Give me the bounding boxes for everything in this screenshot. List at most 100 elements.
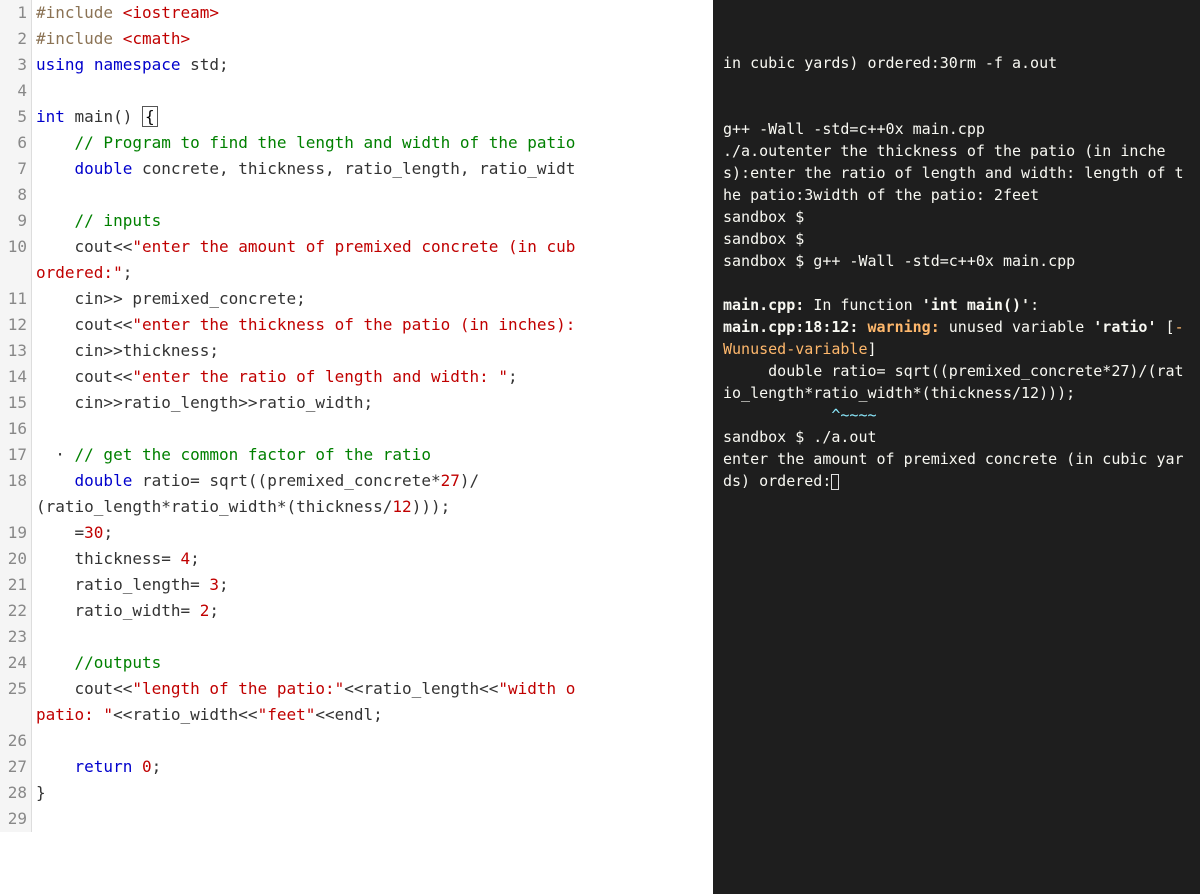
terminal-text: main.cpp:18:12: [723, 318, 868, 336]
terminal-text: sandbox $ g++ -Wall -std=c++0x main.cpp [723, 252, 1075, 270]
line-content[interactable]: cout<<"enter the amount of premixed conc… [32, 234, 713, 260]
line-number: 21 [0, 572, 32, 598]
line-number: 19 [0, 520, 32, 546]
line-content[interactable]: cin>> premixed_concrete; [32, 286, 713, 312]
line-number: 22 [0, 598, 32, 624]
code-line[interactable]: 5int main() { [0, 104, 713, 130]
line-number: 13 [0, 338, 32, 364]
line-content[interactable]: // inputs [32, 208, 713, 234]
code-line[interactable]: (ratio_length*ratio_width*(thickness/12)… [0, 494, 713, 520]
line-content[interactable]: //outputs [32, 650, 713, 676]
code-line[interactable]: 16 [0, 416, 713, 442]
code-line[interactable]: ordered:"; [0, 260, 713, 286]
line-number: 8 [0, 182, 32, 208]
terminal-text: double ratio= sqrt((premixed_concrete*27… [723, 362, 1184, 402]
terminal-cursor [831, 474, 839, 490]
line-content[interactable]: } [32, 780, 713, 806]
line-content[interactable]: thickness= 4; [32, 546, 713, 572]
code-line[interactable]: 17 · // get the common factor of the rat… [0, 442, 713, 468]
line-number: 15 [0, 390, 32, 416]
code-line[interactable]: 8 [0, 182, 713, 208]
code-line[interactable]: 18 double ratio= sqrt((premixed_concrete… [0, 468, 713, 494]
terminal-text: ./a.outenter the thickness of the patio … [723, 142, 1184, 204]
line-number: 7 [0, 156, 32, 182]
line-number [0, 702, 32, 728]
line-number: 1 [0, 0, 32, 26]
line-number: 6 [0, 130, 32, 156]
code-line[interactable]: 3using namespace std; [0, 52, 713, 78]
line-number: 5 [0, 104, 32, 130]
line-content[interactable]: =30; [32, 520, 713, 546]
code-line[interactable]: 9 // inputs [0, 208, 713, 234]
line-number: 11 [0, 286, 32, 312]
code-line[interactable]: 7 double concrete, thickness, ratio_leng… [0, 156, 713, 182]
line-number: 14 [0, 364, 32, 390]
line-content[interactable] [32, 728, 713, 754]
line-content[interactable] [32, 416, 713, 442]
line-content[interactable]: cin>>thickness; [32, 338, 713, 364]
code-line[interactable]: 14 cout<<"enter the ratio of length and … [0, 364, 713, 390]
code-line[interactable]: 19 =30; [0, 520, 713, 546]
terminal-text: sandbox $ [723, 230, 804, 248]
line-number: 10 [0, 234, 32, 260]
line-content[interactable]: (ratio_length*ratio_width*(thickness/12)… [32, 494, 713, 520]
line-number: 20 [0, 546, 32, 572]
code-line[interactable]: 20 thickness= 4; [0, 546, 713, 572]
terminal-text: In function [813, 296, 921, 314]
code-line[interactable]: 21 ratio_length= 3; [0, 572, 713, 598]
line-content[interactable]: ratio_length= 3; [32, 572, 713, 598]
line-number: 29 [0, 806, 32, 832]
terminal-text: enter the amount of premixed concrete (i… [723, 450, 1184, 490]
line-content[interactable]: double ratio= sqrt((premixed_concrete*27… [32, 468, 713, 494]
line-number: 3 [0, 52, 32, 78]
code-line[interactable]: 24 //outputs [0, 650, 713, 676]
line-content[interactable]: cout<<"length of the patio:"<<ratio_leng… [32, 676, 713, 702]
code-line[interactable]: 2#include <cmath> [0, 26, 713, 52]
line-number [0, 260, 32, 286]
line-number: 17 [0, 442, 32, 468]
line-content[interactable]: cout<<"enter the ratio of length and wid… [32, 364, 713, 390]
line-content[interactable]: return 0; [32, 754, 713, 780]
line-content[interactable]: ratio_width= 2; [32, 598, 713, 624]
line-content[interactable]: #include <cmath> [32, 26, 713, 52]
terminal-text: main.cpp: [723, 296, 813, 314]
line-content[interactable]: cout<<"enter the thickness of the patio … [32, 312, 713, 338]
code-line[interactable]: 6 // Program to find the length and widt… [0, 130, 713, 156]
code-editor[interactable]: 1#include <iostream>2#include <cmath>3us… [0, 0, 713, 894]
terminal-text: 'int main()' [922, 296, 1030, 314]
code-line[interactable]: 1#include <iostream> [0, 0, 713, 26]
code-line[interactable]: 10 cout<<"enter the amount of premixed c… [0, 234, 713, 260]
line-number: 28 [0, 780, 32, 806]
line-content[interactable]: patio: "<<ratio_width<<"feet"<<endl; [32, 702, 713, 728]
code-line[interactable]: 13 cin>>thickness; [0, 338, 713, 364]
line-content[interactable] [32, 624, 713, 650]
code-line[interactable]: patio: "<<ratio_width<<"feet"<<endl; [0, 702, 713, 728]
line-content[interactable] [32, 182, 713, 208]
terminal-text: sandbox $ ./a.out [723, 428, 877, 446]
code-line[interactable]: 28} [0, 780, 713, 806]
terminal-text: [ [1157, 318, 1175, 336]
code-line[interactable]: 23 [0, 624, 713, 650]
line-content[interactable]: cin>>ratio_length>>ratio_width; [32, 390, 713, 416]
line-content[interactable]: · // get the common factor of the ratio [32, 442, 713, 468]
terminal-text: ^~~~~ [723, 406, 877, 424]
line-content[interactable] [32, 78, 713, 104]
code-line[interactable]: 26 [0, 728, 713, 754]
line-content[interactable]: #include <iostream> [32, 0, 713, 26]
code-line[interactable]: 29 [0, 806, 713, 832]
code-line[interactable]: 11 cin>> premixed_concrete; [0, 286, 713, 312]
terminal[interactable]: in cubic yards) ordered:30rm -f a.out g+… [713, 0, 1200, 894]
code-line[interactable]: 27 return 0; [0, 754, 713, 780]
line-content[interactable]: using namespace std; [32, 52, 713, 78]
code-line[interactable]: 15 cin>>ratio_length>>ratio_width; [0, 390, 713, 416]
line-content[interactable]: int main() { [32, 104, 713, 130]
code-line[interactable]: 4 [0, 78, 713, 104]
line-content[interactable]: ordered:"; [32, 260, 713, 286]
line-content[interactable]: // Program to find the length and width … [32, 130, 713, 156]
code-line[interactable]: 22 ratio_width= 2; [0, 598, 713, 624]
code-line[interactable]: 25 cout<<"length of the patio:"<<ratio_l… [0, 676, 713, 702]
line-content[interactable]: double concrete, thickness, ratio_length… [32, 156, 713, 182]
terminal-text: sandbox $ [723, 208, 804, 226]
code-line[interactable]: 12 cout<<"enter the thickness of the pat… [0, 312, 713, 338]
line-content[interactable] [32, 806, 713, 832]
